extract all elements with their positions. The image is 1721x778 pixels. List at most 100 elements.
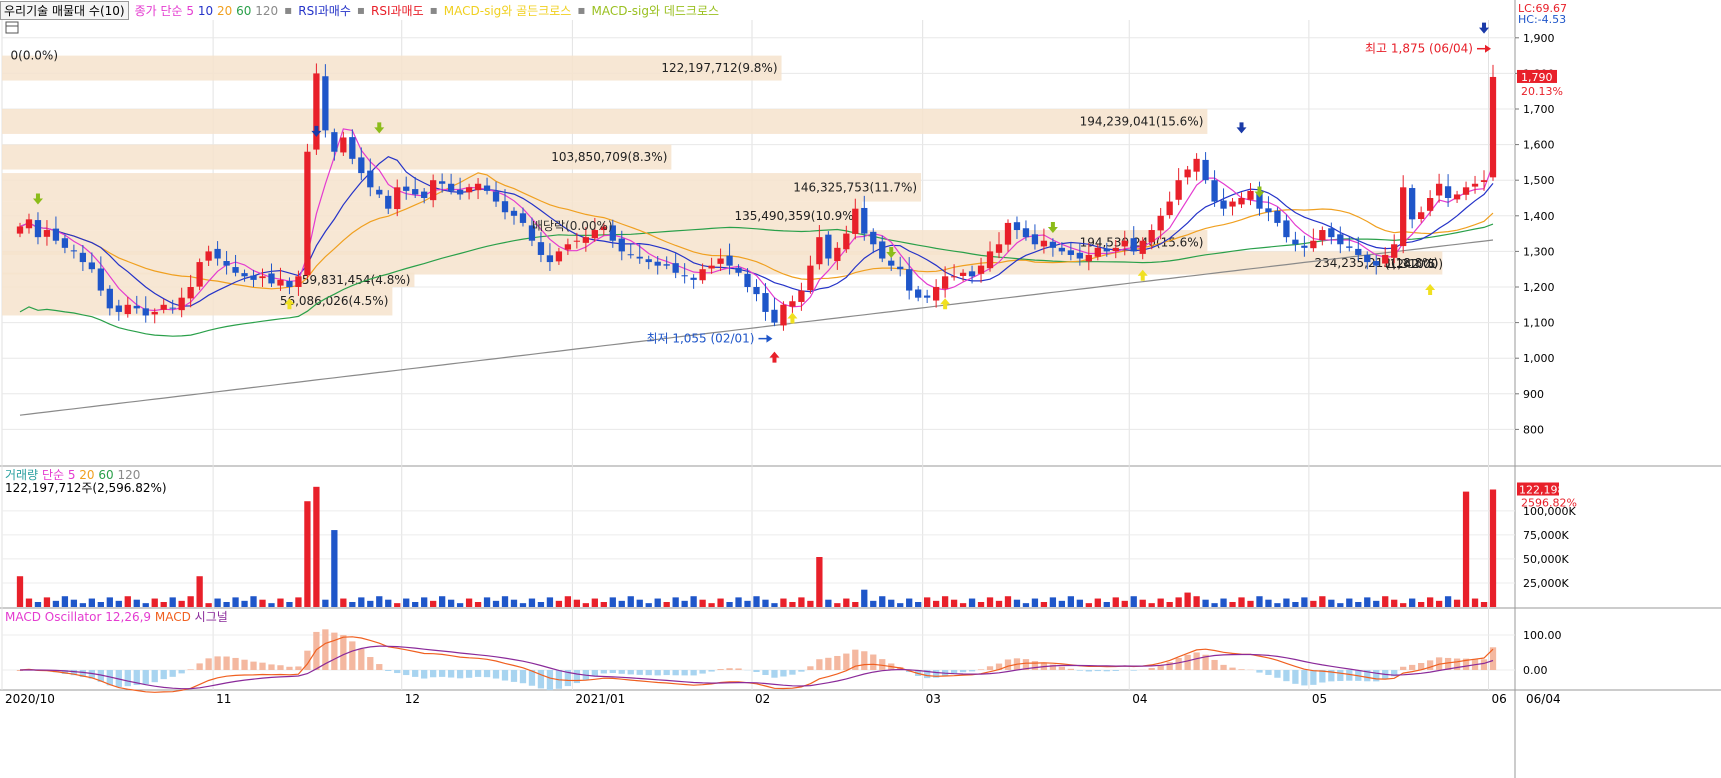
volume-bar [843,598,850,607]
candle-body [205,251,212,261]
macd-oscillator-bar [142,670,149,685]
volume-bar [88,598,95,607]
macd-legend: MACD Oscillator 12,26,9 MACD 시그널 [5,610,228,624]
x-axis-label: 12 [405,692,420,706]
macd-oscillator-bar [483,670,491,678]
volume-profile-label: 194,239,041(15.6%) [1080,114,1204,128]
macd-legend-part: MACD [151,610,191,624]
macd-oscillator-bar [1238,669,1245,670]
price-y-tick-label: 900 [1523,388,1544,401]
volume-profile-label: 56,086,026(4.5%) [280,294,389,308]
price-y-tick-label: 1,200 [1523,281,1555,294]
volume-bar [1229,602,1236,607]
volume-bar [250,596,257,607]
volume-bar [1328,599,1335,607]
calendar-icon [5,21,19,34]
volume-profile-bar [2,173,922,202]
candle-body [16,226,24,234]
macd-oscillator-bar [636,670,643,675]
macd-oscillator-bar [870,654,877,670]
candle-body [124,304,131,315]
volume-bar [358,597,365,607]
candle-body [295,276,302,287]
candle-body [268,273,275,284]
macd-oscillator-bar [618,670,625,674]
volume-bar [780,598,787,607]
signal-arrow-icon [769,351,780,363]
volume-bar [1292,602,1299,607]
stock-chart[interactable]: 2020/10 11 12 2021/01 02 03 04 05 06 06/04 1,900 1,… [0,0,1721,778]
macd-legend-part: MACD Oscillator 12,26,9 [5,610,151,624]
volume-bar [1184,592,1191,607]
candle-body [897,266,904,270]
macd-oscillator-bar [1346,670,1353,681]
volume-bar [1148,603,1155,607]
volume-bar [1373,600,1380,607]
volume-bar [726,602,733,607]
macd-oscillator-bar [546,670,554,691]
volume-bar [1256,596,1263,607]
volume-bar [1004,596,1012,607]
volume-bar [977,602,985,607]
macd-oscillator-bar [286,666,293,670]
candle-body [52,228,60,241]
candle-body [349,137,356,159]
volume-bar [708,603,715,607]
volume-bar [771,603,778,607]
candle-body [1067,250,1075,255]
volume-bar [528,598,536,607]
candle-body [681,275,688,277]
candle-body [394,187,401,210]
candle-body [492,191,500,202]
volume-profile-label: 122,197,712(9.8%) [661,61,777,75]
candle-body [1489,76,1497,178]
candle-body [331,132,338,152]
macd-oscillator-bar [465,670,473,678]
candle-body [1103,248,1110,252]
macd-oscillator-bar [573,670,581,684]
volume-bar [1310,600,1317,607]
volume-bar [322,599,329,607]
candle-body [780,304,787,326]
volume-bar [331,530,338,607]
candle-body [133,305,140,309]
volume-bar [968,598,976,607]
volume-bar [492,600,500,607]
candle-body [861,207,868,234]
signal-arrow-icon [1479,22,1490,34]
volume-bar [798,597,805,607]
macd-oscillator-bar [376,664,383,670]
volume-bar [79,603,87,607]
candle-body [807,265,814,291]
candle-body [70,250,78,252]
macd-oscillator-bar [259,662,266,670]
volume-bar [654,598,661,607]
macd-oscillator-bar [447,670,455,678]
candle-body [241,273,248,277]
last-change-label: 20.13% [1521,85,1563,98]
candle-body [959,272,967,276]
candle-body [1301,245,1308,248]
candle-body [843,233,850,250]
candle-body [753,287,760,295]
candle-body [286,280,293,287]
volume-bar [609,597,616,607]
candle-body [151,311,158,315]
candle-body [223,261,230,266]
candle-body [1400,187,1407,247]
candle-body [1435,183,1443,196]
candle-body [1364,254,1371,263]
volume-bar [1202,599,1209,607]
candle-body [627,254,634,256]
volume-bar [789,602,796,607]
volume-bar [861,589,868,607]
candle-body [313,73,320,150]
signal-arrow-icon [1425,284,1436,295]
volume-bar [1166,602,1173,607]
x-axis-label: 06 [1492,692,1507,706]
macd-oscillator-bar [501,670,509,681]
volume-bar [1480,602,1488,607]
candle-body [403,186,410,191]
volume-bar [1301,597,1308,607]
volume-bar [1031,598,1039,607]
